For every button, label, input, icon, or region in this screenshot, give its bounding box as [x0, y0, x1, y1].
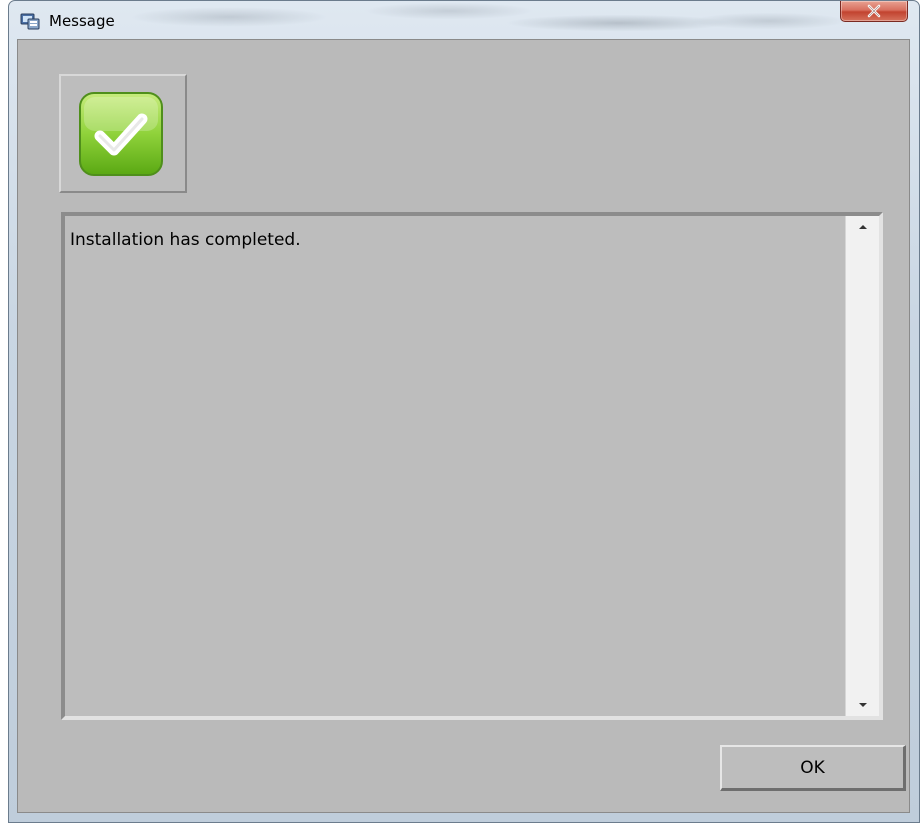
window-title: Message: [49, 12, 115, 30]
close-icon: [866, 4, 882, 18]
status-icon-tile: [59, 74, 187, 193]
scroll-down-arrow-icon[interactable]: [846, 694, 879, 716]
dialog-client-area: Installation has completed. OK: [17, 39, 910, 813]
message-text-area[interactable]: Installation has completed.: [61, 212, 883, 720]
title-bar[interactable]: Message: [9, 1, 919, 39]
ok-button[interactable]: OK: [720, 745, 906, 791]
close-button[interactable]: [840, 1, 908, 22]
checkmark-success-icon: [78, 91, 164, 181]
vertical-scrollbar[interactable]: [845, 216, 879, 716]
scroll-up-arrow-icon[interactable]: [846, 216, 879, 238]
message-dialog-window: Message Installation has completed. OK: [8, 0, 920, 823]
setup-app-icon: [20, 12, 40, 30]
message-text: Installation has completed.: [70, 230, 301, 250]
